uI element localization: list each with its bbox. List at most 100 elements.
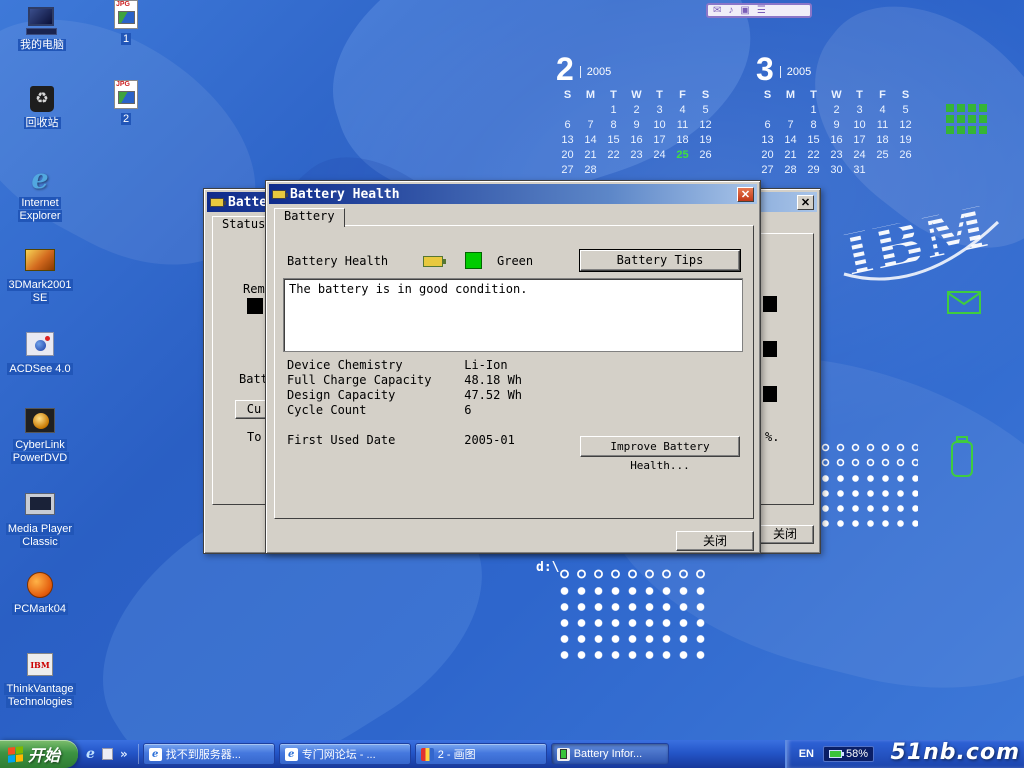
desktop-icon-internet-explorer[interactable]: e Internet Explorer: [2, 164, 78, 223]
internet-explorer-quick-icon[interactable]: e: [86, 746, 95, 762]
gauge-block: [763, 386, 777, 402]
calendar-cell: 14: [779, 133, 802, 148]
thinkvantage-icon: IBM: [22, 650, 58, 680]
battery-window-icon: [272, 190, 286, 199]
calendar-cell: 31: [848, 163, 871, 178]
calendar-cell: 4: [671, 103, 694, 118]
jpg-file-icon: JPG: [108, 80, 144, 110]
menu-icon[interactable]: ☰: [757, 5, 766, 16]
media-player-classic-icon: [22, 490, 58, 520]
jpg-file-icon: JPG: [108, 0, 144, 30]
field-label: Design Capacity: [287, 388, 457, 402]
calendar-cell: 5: [694, 103, 717, 118]
calendar-cell: 29: [802, 163, 825, 178]
start-button[interactable]: 开始: [0, 740, 78, 768]
calendar-month-number: 3: [756, 54, 774, 84]
battery-status-icon: [423, 256, 443, 267]
calendar-cell: [871, 163, 894, 178]
field-value: 6: [464, 403, 471, 417]
chevron-icon[interactable]: »: [120, 747, 128, 761]
language-indicator[interactable]: EN: [799, 748, 814, 760]
battery-health-window: Battery Health ✕ Battery Battery Health …: [265, 180, 761, 554]
music-note-icon[interactable]: ♪: [728, 5, 733, 16]
desktop-icon-powerdvd[interactable]: CyberLink PowerDVD: [2, 406, 78, 465]
calendar-cell: 22: [602, 148, 625, 163]
taskbar-separator: [138, 744, 139, 764]
calendar-cell: S: [894, 88, 917, 103]
close-icon[interactable]: ✕: [797, 195, 814, 210]
desktop-icon-jpg-2[interactable]: JPG 2: [88, 80, 164, 126]
field-label: Full Charge Capacity: [287, 373, 457, 387]
field-row: Full Charge Capacity 48.18 Wh: [287, 373, 522, 387]
improve-battery-health-button[interactable]: Improve Battery Health...: [580, 436, 740, 457]
calendar-cell: 21: [779, 148, 802, 163]
task-button-server-not-found[interactable]: e 找不到服务器...: [143, 743, 275, 765]
pcmark-icon: [22, 570, 58, 600]
media-icon[interactable]: ▣: [740, 5, 749, 16]
battery-window-icon: [210, 198, 224, 207]
calendar-cell: 16: [825, 133, 848, 148]
calendar-year: 2005: [580, 66, 611, 78]
battery-tips-button[interactable]: Battery Tips: [580, 250, 740, 271]
dot-pattern-filled: [556, 583, 709, 663]
calendar-cell: 7: [579, 118, 602, 133]
tab-battery[interactable]: Battery: [274, 208, 345, 227]
task-button-paint[interactable]: 2 - 画图: [415, 743, 547, 765]
close-button[interactable]: 关闭: [756, 525, 814, 544]
calendar-cell: 2: [625, 103, 648, 118]
desktop-icon-media-player-classic[interactable]: Media Player Classic: [2, 490, 78, 549]
calendar-cell: 23: [625, 148, 648, 163]
desktop-icon-3dmark2001[interactable]: 3DMark2001 SE: [2, 246, 78, 305]
calendar-cell: 22: [802, 148, 825, 163]
battery-cylinder-icon: [950, 436, 976, 478]
calendar-cell: 4: [871, 103, 894, 118]
keypad-icon: [946, 104, 987, 134]
field-label: First Used Date: [287, 433, 457, 447]
task-button-forum[interactable]: e 专门网论坛 - ...: [279, 743, 411, 765]
desktop-icon-my-computer[interactable]: 我的电脑: [4, 6, 80, 52]
calendar-cell: [671, 163, 694, 178]
calendar-cell: 18: [871, 133, 894, 148]
task-button-battery-information[interactable]: Battery Infor...: [551, 743, 669, 765]
percent-label: %.: [765, 430, 779, 444]
desktop-icon-acdsee[interactable]: ACDSee 4.0: [2, 330, 78, 376]
field-label: Device Chemistry: [287, 358, 457, 372]
calendar-cell: 26: [894, 148, 917, 163]
desktop-icon-recycle-bin[interactable]: ♻ 回收站: [4, 84, 80, 130]
calendar-cell: [694, 163, 717, 178]
calendar-cell: [556, 103, 579, 118]
battery-tray-indicator[interactable]: 58%: [823, 746, 874, 762]
desktop-icon-jpg-1[interactable]: JPG 1: [88, 0, 164, 46]
close-icon[interactable]: ✕: [737, 187, 754, 202]
drive-label: d:\: [536, 560, 559, 575]
desktop-icon-pcmark04[interactable]: PCMark04: [2, 570, 78, 616]
title-bar[interactable]: Battery Health ✕: [269, 184, 757, 204]
show-desktop-icon[interactable]: [102, 748, 113, 760]
paint-icon: [421, 748, 434, 761]
calendar-cell: T: [848, 88, 871, 103]
calendar-cell: 26: [694, 148, 717, 163]
calendar-cell: [579, 103, 602, 118]
battery-health-label: Battery Health: [287, 254, 388, 268]
desktop-icon-thinkvantage[interactable]: IBM ThinkVantage Technologies: [2, 650, 78, 709]
calendar-cell: 6: [556, 118, 579, 133]
acdsee-icon: [22, 330, 58, 360]
calendar-cell: M: [579, 88, 602, 103]
close-button[interactable]: 关闭: [676, 531, 754, 551]
calendar-cell: 18: [671, 133, 694, 148]
calendar-cell: 30: [825, 163, 848, 178]
recycle-bin-icon: ♻: [24, 84, 60, 114]
calendar-cell: 8: [602, 118, 625, 133]
calendar-cell: 14: [579, 133, 602, 148]
windows-logo-icon: [8, 746, 23, 763]
mail-icon[interactable]: ✉: [713, 5, 721, 16]
calendar-dates: 1234567891011121314151617181920212223242…: [756, 103, 917, 178]
calendar-cell: M: [779, 88, 802, 103]
calendar-cell: S: [756, 88, 779, 103]
green-status-square: [465, 252, 482, 269]
floating-toolbar[interactable]: ✉ ♪ ▣ ☰: [706, 3, 812, 18]
calendar-cell: 20: [556, 148, 579, 163]
calendar-cell: 24: [848, 148, 871, 163]
calendar-cell: 6: [756, 118, 779, 133]
battery-icon: [557, 748, 570, 761]
